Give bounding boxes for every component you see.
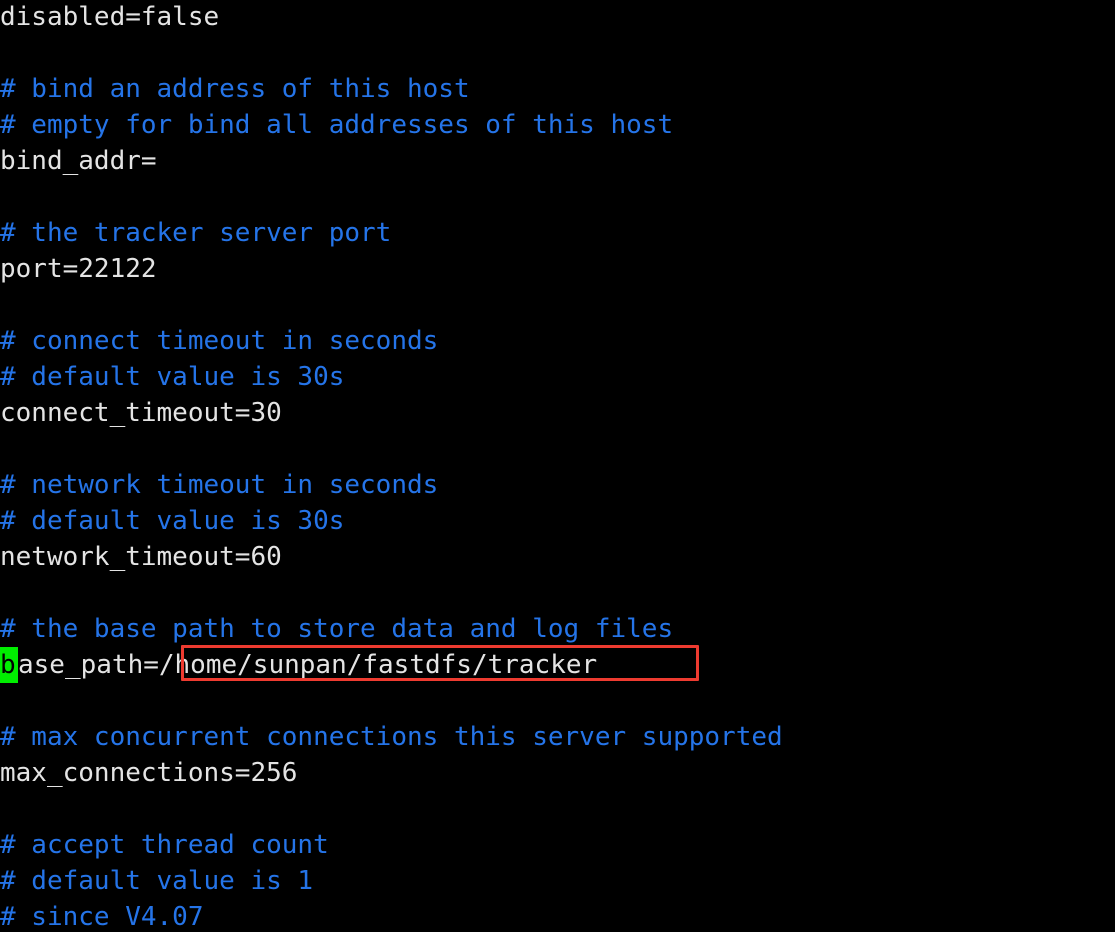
config-file-text[interactable]: disabled=false # bind an address of this … — [0, 0, 1115, 932]
code-line-text: max_connections=256 — [0, 758, 298, 788]
code-line[interactable]: # accept thread count — [0, 827, 1115, 863]
code-line[interactable]: bind_addr= — [0, 143, 1115, 179]
code-line-text: # the base path to store data and log fi… — [0, 614, 674, 644]
code-line[interactable]: # empty for bind all addresses of this h… — [0, 107, 1115, 143]
code-line[interactable]: port=22122 — [0, 251, 1115, 287]
code-line-text: connect_timeout=30 — [0, 398, 282, 428]
code-line[interactable]: # default value is 30s — [0, 503, 1115, 539]
code-line[interactable]: base_path=/home/sunpan/fastdfs/tracker — [0, 647, 1115, 683]
code-line[interactable]: # max concurrent connections this server… — [0, 719, 1115, 755]
code-line-text: # default value is 30s — [0, 506, 345, 536]
code-line-text: # default value is 30s — [0, 362, 345, 392]
code-line[interactable]: # default value is 1 — [0, 863, 1115, 899]
code-line-text: bind_addr= — [0, 146, 157, 176]
code-line-text: # accept thread count — [0, 830, 329, 860]
code-line[interactable] — [0, 791, 1115, 827]
code-line-text: # connect timeout in seconds — [0, 326, 439, 356]
code-line[interactable]: # the base path to store data and log fi… — [0, 611, 1115, 647]
code-line-text: disabled=false — [0, 2, 220, 32]
code-line-text: # bind an address of this host — [0, 74, 470, 104]
code-line[interactable]: # bind an address of this host — [0, 71, 1115, 107]
code-line-text: # empty for bind all addresses of this h… — [0, 110, 674, 140]
code-line-text: ase_path=/home/sunpan/fastdfs/tracker — [18, 650, 598, 680]
code-line[interactable]: # since V4.07 — [0, 899, 1115, 932]
code-line[interactable]: # network timeout in seconds — [0, 467, 1115, 503]
code-line-text: # max concurrent connections this server… — [0, 722, 783, 752]
code-line-text: network_timeout=60 — [0, 542, 282, 572]
code-line-text: # the tracker server port — [0, 218, 392, 248]
code-line[interactable] — [0, 179, 1115, 215]
code-line[interactable]: # connect timeout in seconds — [0, 323, 1115, 359]
terminal-window[interactable]: disabled=false # bind an address of this … — [0, 0, 1115, 932]
code-line-text: # network timeout in seconds — [0, 470, 439, 500]
code-line[interactable] — [0, 683, 1115, 719]
code-line[interactable] — [0, 431, 1115, 467]
code-line[interactable]: disabled=false — [0, 0, 1115, 35]
code-line-text: # since V4.07 — [0, 902, 204, 932]
code-line[interactable]: network_timeout=60 — [0, 539, 1115, 575]
text-cursor: b — [0, 647, 18, 683]
code-line[interactable]: max_connections=256 — [0, 755, 1115, 791]
code-line-text: port=22122 — [0, 254, 157, 284]
code-line-text: # default value is 1 — [0, 866, 314, 896]
code-line[interactable] — [0, 35, 1115, 71]
code-line[interactable]: # default value is 30s — [0, 359, 1115, 395]
code-line[interactable] — [0, 575, 1115, 611]
code-line[interactable] — [0, 287, 1115, 323]
code-line[interactable]: # the tracker server port — [0, 215, 1115, 251]
code-line[interactable]: connect_timeout=30 — [0, 395, 1115, 431]
